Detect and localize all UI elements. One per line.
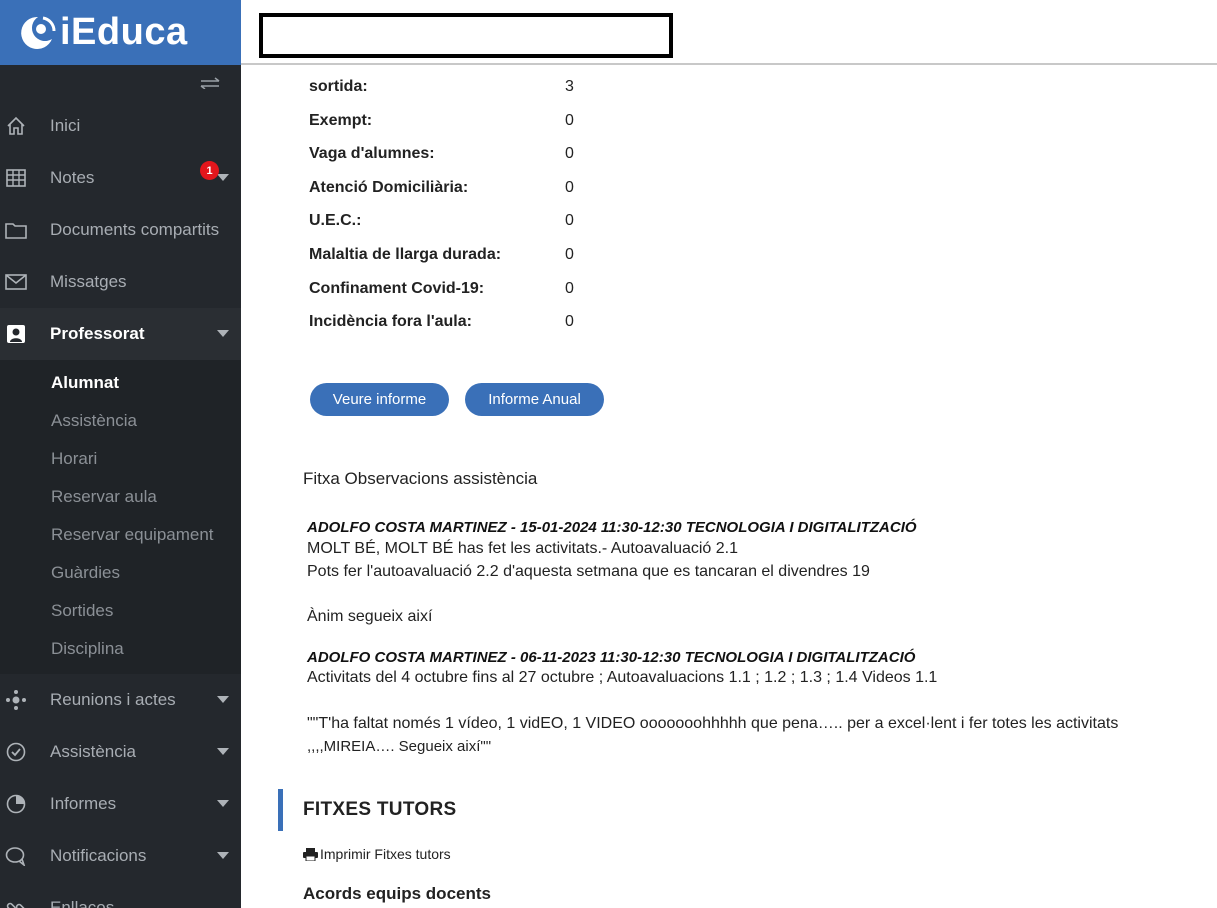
professorat-submenu: Alumnat Assistència Horari Reservar aula… xyxy=(0,360,241,674)
sidebar-item-label: Notificacions xyxy=(50,846,147,865)
sidebar-item-label: Enllaços xyxy=(50,898,115,908)
observation-text: Activitats del 4 octubre fins al 27 octu… xyxy=(307,669,938,686)
stat-value: 3 xyxy=(565,78,574,95)
sidebar-item-professorat[interactable]: Professorat xyxy=(0,308,241,360)
home-icon xyxy=(4,114,28,138)
chevron-down-icon xyxy=(217,800,229,807)
sidebar-collapse-icon[interactable] xyxy=(199,76,221,94)
stat-value: 0 xyxy=(565,112,574,129)
stat-value: 0 xyxy=(565,280,574,297)
chevron-down-icon xyxy=(217,852,229,859)
main-content: sortida: 3 Exempt: 0 Vaga d'alumnes: 0 A… xyxy=(241,65,1217,908)
sidebar-item-assistencia[interactable]: Assistència xyxy=(0,726,241,778)
redacted-header-box xyxy=(259,13,673,58)
stat-value: 0 xyxy=(565,179,574,196)
veure-informe-button[interactable]: Veure informe xyxy=(310,383,449,416)
informe-anual-button[interactable]: Informe Anual xyxy=(465,383,604,416)
submenu-item-assistencia[interactable]: Assistència xyxy=(0,402,241,440)
grid-icon xyxy=(4,166,28,190)
observacions-title: Fitxa Observacions assistència xyxy=(303,469,538,488)
teacher-icon xyxy=(4,322,28,346)
submenu-item-horari[interactable]: Horari xyxy=(0,440,241,478)
sidebar-item-label: Informes xyxy=(50,794,117,813)
section-accent-bar xyxy=(278,789,283,831)
sidebar-item-enllacos[interactable]: Enllaços xyxy=(0,882,241,908)
stat-value: 0 xyxy=(565,145,574,162)
sidebar-item-label: Missatges xyxy=(50,272,127,291)
messages-badge: 1 xyxy=(200,161,219,180)
stat-value: 0 xyxy=(565,212,574,229)
observation-text: ""T'ha faltat només 1 vídeo, 1 vidEO, 1 … xyxy=(307,715,1119,732)
sidebar-menu: Inici Notes Documents compartits Missatg… xyxy=(0,100,241,908)
sidebar-item-label: Documents compartits xyxy=(50,220,220,239)
print-fitxes-link[interactable]: Imprimir Fitxes tutors xyxy=(303,846,451,862)
sidebar-item-reunions[interactable]: Reunions i actes xyxy=(0,674,241,726)
observation-text: Ànim segueix així xyxy=(307,608,433,625)
submenu-item-sortides[interactable]: Sortides xyxy=(0,592,241,630)
ieduca-logo-icon xyxy=(16,13,56,53)
fitxes-tutors-title: FITXES TUTORS xyxy=(303,799,457,820)
submenu-item-guardies[interactable]: Guàrdies xyxy=(0,554,241,592)
submenu-item-reservar-equipament[interactable]: Reservar equipament xyxy=(0,516,241,554)
chevron-down-icon xyxy=(217,696,229,703)
chevron-down-icon xyxy=(217,748,229,755)
submenu-item-disciplina[interactable]: Disciplina xyxy=(0,630,241,668)
observation-header: ADOLFO COSTA MARTINEZ - 15-01-2024 11:30… xyxy=(307,519,917,536)
app-logo[interactable]: iEduca xyxy=(0,0,241,65)
stat-label: Vaga d'alumnes: xyxy=(309,145,435,162)
sidebar-item-label: Assistència xyxy=(50,742,136,761)
check-circle-icon xyxy=(4,740,28,764)
stat-value: 0 xyxy=(565,313,574,330)
chat-icon xyxy=(4,844,28,868)
sidebar-item-informes[interactable]: Informes xyxy=(0,778,241,830)
sidebar-item-label: Reunions i actes xyxy=(50,690,176,709)
printer-icon xyxy=(303,847,318,861)
stat-value: 0 xyxy=(565,246,574,263)
folder-icon xyxy=(4,218,28,242)
observation-header: ADOLFO COSTA MARTINEZ - 06-11-2023 11:30… xyxy=(307,649,916,666)
print-link-label: Imprimir Fitxes tutors xyxy=(320,846,451,862)
stat-label: Confinament Covid-19: xyxy=(309,280,485,297)
stat-label: Malaltia de llarga durada: xyxy=(309,246,502,263)
logo-text: iEduca xyxy=(60,11,188,53)
submenu-item-alumnat[interactable]: Alumnat xyxy=(0,364,241,402)
sidebar-item-missatges[interactable]: Missatges xyxy=(0,256,241,308)
link-icon xyxy=(4,896,28,908)
stat-label: U.E.C.: xyxy=(309,212,362,229)
chevron-down-icon xyxy=(217,330,229,337)
observation-text: ,,,,MIREIA…. Segueix així"" xyxy=(307,738,492,755)
stat-label: sortida: xyxy=(309,78,368,95)
stat-label: Atenció Domiciliària: xyxy=(309,179,469,196)
pie-chart-icon xyxy=(4,792,28,816)
sidebar-item-notificacions[interactable]: Notificacions xyxy=(0,830,241,882)
sidebar-item-documents[interactable]: Documents compartits xyxy=(0,204,241,256)
submenu-item-reservar-aula[interactable]: Reservar aula xyxy=(0,478,241,516)
sidebar-item-inici[interactable]: Inici xyxy=(0,100,241,152)
observation-text: Pots fer l'autoavaluació 2.2 d'aquesta s… xyxy=(307,563,870,580)
sidebar-item-label: Professorat xyxy=(50,324,145,343)
sidebar-item-label: Notes xyxy=(50,168,95,187)
observation-text: MOLT BÉ, MOLT BÉ has fet les activitats.… xyxy=(307,540,739,557)
envelope-icon xyxy=(4,270,28,294)
sidebar-item-label: Inici xyxy=(50,116,81,135)
stat-label: Incidència fora l'aula: xyxy=(309,313,472,330)
meeting-icon xyxy=(4,688,28,712)
acords-title: Acords equips docents xyxy=(303,884,491,903)
chevron-down-icon xyxy=(217,174,229,181)
sidebar: iEduca Inici Notes Documents compartits xyxy=(0,0,241,908)
stat-label: Exempt: xyxy=(309,112,373,129)
